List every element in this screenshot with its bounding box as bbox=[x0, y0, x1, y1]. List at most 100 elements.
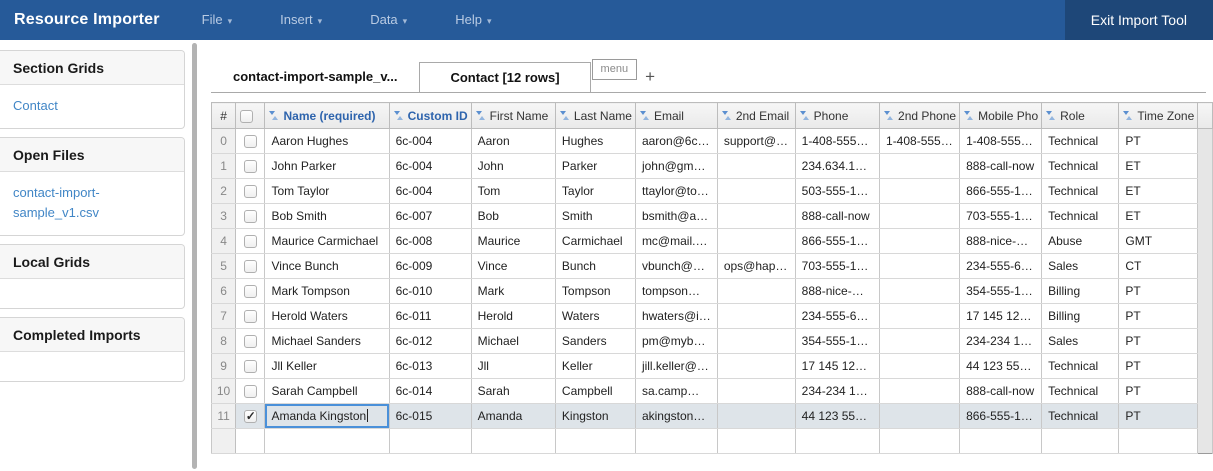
row-checkbox-cell[interactable] bbox=[236, 329, 265, 354]
checkbox-icon[interactable] bbox=[244, 285, 257, 298]
cell-last_name[interactable]: Waters bbox=[555, 304, 635, 329]
column-header-email2[interactable]: 2nd Email bbox=[717, 103, 795, 129]
cell-role[interactable]: Sales bbox=[1042, 329, 1119, 354]
empty-cell[interactable] bbox=[265, 429, 389, 454]
cell-phone[interactable]: 234-234 1… bbox=[795, 379, 879, 404]
row-checkbox-cell[interactable] bbox=[236, 379, 265, 404]
scrollbar-track[interactable] bbox=[1198, 404, 1213, 429]
cell-first_name[interactable]: Mark bbox=[471, 279, 555, 304]
scrollbar-track[interactable] bbox=[1198, 304, 1213, 329]
scrollbar-track[interactable] bbox=[1198, 329, 1213, 354]
cell-name[interactable]: Herold Waters bbox=[265, 304, 389, 329]
cell-last_name[interactable]: Kingston bbox=[555, 404, 635, 429]
cell-first_name[interactable]: Michael bbox=[471, 329, 555, 354]
cell-last_name[interactable]: Bunch bbox=[555, 254, 635, 279]
cell-phone[interactable]: 888-call-now bbox=[795, 204, 879, 229]
cell-last_name[interactable]: Carmichael bbox=[555, 229, 635, 254]
cell-role[interactable]: Technical bbox=[1042, 404, 1119, 429]
cell-phone2[interactable] bbox=[880, 204, 960, 229]
cell-phone[interactable]: 354-555-1… bbox=[795, 329, 879, 354]
checkbox-icon[interactable] bbox=[244, 260, 257, 273]
row-checkbox-cell[interactable] bbox=[236, 254, 265, 279]
scrollbar-track[interactable] bbox=[1198, 129, 1213, 154]
cell-phone2[interactable] bbox=[880, 354, 960, 379]
cell-email[interactable]: ttaylor@to… bbox=[635, 179, 717, 204]
cell-time_zone[interactable]: ET bbox=[1119, 179, 1198, 204]
row-checkbox-cell[interactable] bbox=[236, 404, 265, 429]
cell-email[interactable]: pm@myb… bbox=[635, 329, 717, 354]
row-checkbox-cell[interactable] bbox=[236, 304, 265, 329]
grid-menu-button[interactable]: menu bbox=[592, 59, 638, 80]
cell-phone[interactable]: 703-555-1… bbox=[795, 254, 879, 279]
cell-first_name[interactable]: Amanda bbox=[471, 404, 555, 429]
cell-role[interactable]: Technical bbox=[1042, 354, 1119, 379]
cell-name[interactable]: Jll Keller bbox=[265, 354, 389, 379]
cell-email2[interactable] bbox=[717, 204, 795, 229]
cell-email2[interactable] bbox=[717, 179, 795, 204]
sidebar-item-open-file[interactable]: contact-import-sample_v1.csv bbox=[13, 183, 172, 223]
cell-custom_id[interactable]: 6c-012 bbox=[389, 329, 471, 354]
cell-email2[interactable] bbox=[717, 329, 795, 354]
cell-email[interactable]: jill.keller@… bbox=[635, 354, 717, 379]
cell-email[interactable]: john@gm… bbox=[635, 154, 717, 179]
empty-cell[interactable] bbox=[795, 429, 879, 454]
cell-phone2[interactable] bbox=[880, 229, 960, 254]
cell-custom_id[interactable]: 6c-010 bbox=[389, 279, 471, 304]
cell-custom_id[interactable]: 6c-015 bbox=[389, 404, 471, 429]
cell-email2[interactable]: ops@hap… bbox=[717, 254, 795, 279]
column-header-time_zone[interactable]: Time Zone bbox=[1119, 103, 1198, 129]
cell-phone2[interactable]: 1-408-555… bbox=[880, 129, 960, 154]
cell-phone[interactable]: 234.634.1… bbox=[795, 154, 879, 179]
cell-name[interactable]: Maurice Carmichael bbox=[265, 229, 389, 254]
scrollbar-track[interactable] bbox=[1198, 229, 1213, 254]
menu-insert[interactable]: Insert▾ bbox=[256, 0, 346, 40]
row-checkbox-cell[interactable] bbox=[236, 229, 265, 254]
checkbox-icon[interactable] bbox=[244, 160, 257, 173]
cell-mobile[interactable]: 703-555-1… bbox=[960, 204, 1042, 229]
scrollbar-track[interactable] bbox=[1198, 179, 1213, 204]
cell-first_name[interactable]: Vince bbox=[471, 254, 555, 279]
cell-first_name[interactable]: Maurice bbox=[471, 229, 555, 254]
cell-phone2[interactable] bbox=[880, 379, 960, 404]
cell-name[interactable]: Tom Taylor bbox=[265, 179, 389, 204]
cell-mobile[interactable]: 44 123 55… bbox=[960, 354, 1042, 379]
cell-email[interactable]: akingston… bbox=[635, 404, 717, 429]
cell-time_zone[interactable]: PT bbox=[1119, 304, 1198, 329]
cell-phone2[interactable] bbox=[880, 254, 960, 279]
checkbox-icon[interactable] bbox=[244, 135, 257, 148]
exit-import-tool-button[interactable]: Exit Import Tool bbox=[1065, 0, 1213, 40]
checkbox-icon[interactable] bbox=[244, 210, 257, 223]
cell-role[interactable]: Abuse bbox=[1042, 229, 1119, 254]
cell-phone2[interactable] bbox=[880, 279, 960, 304]
scrollbar-track[interactable] bbox=[1198, 379, 1213, 404]
tab-contact-grid[interactable]: Contact [12 rows] bbox=[419, 62, 590, 93]
cell-email2[interactable] bbox=[717, 354, 795, 379]
scrollbar-track[interactable] bbox=[1198, 354, 1213, 379]
empty-cell[interactable] bbox=[471, 429, 555, 454]
cell-time_zone[interactable]: ET bbox=[1119, 204, 1198, 229]
checkbox-icon[interactable] bbox=[244, 410, 257, 423]
column-header-rownum[interactable]: # bbox=[212, 103, 236, 129]
cell-email2[interactable] bbox=[717, 154, 795, 179]
column-header-last_name[interactable]: Last Name bbox=[555, 103, 635, 129]
cell-mobile[interactable]: 888-call-now bbox=[960, 379, 1042, 404]
menu-help[interactable]: Help▾ bbox=[431, 0, 515, 40]
cell-last_name[interactable]: Keller bbox=[555, 354, 635, 379]
checkbox-icon[interactable] bbox=[244, 310, 257, 323]
cell-phone2[interactable] bbox=[880, 329, 960, 354]
cell-first_name[interactable]: Sarah bbox=[471, 379, 555, 404]
cell-first_name[interactable]: Bob bbox=[471, 204, 555, 229]
cell-email2[interactable] bbox=[717, 379, 795, 404]
cell-first_name[interactable]: Herold bbox=[471, 304, 555, 329]
cell-email2[interactable]: support@… bbox=[717, 129, 795, 154]
row-checkbox-cell[interactable] bbox=[236, 204, 265, 229]
checkbox-icon[interactable] bbox=[240, 110, 253, 123]
column-header-custom_id[interactable]: Custom ID bbox=[389, 103, 471, 129]
cell-mobile[interactable]: 866-555-1… bbox=[960, 179, 1042, 204]
scrollbar-track[interactable] bbox=[1198, 204, 1213, 229]
cell-custom_id[interactable]: 6c-013 bbox=[389, 354, 471, 379]
cell-custom_id[interactable]: 6c-007 bbox=[389, 204, 471, 229]
empty-cell[interactable] bbox=[960, 429, 1042, 454]
cell-phone2[interactable] bbox=[880, 304, 960, 329]
row-checkbox-cell[interactable] bbox=[236, 154, 265, 179]
